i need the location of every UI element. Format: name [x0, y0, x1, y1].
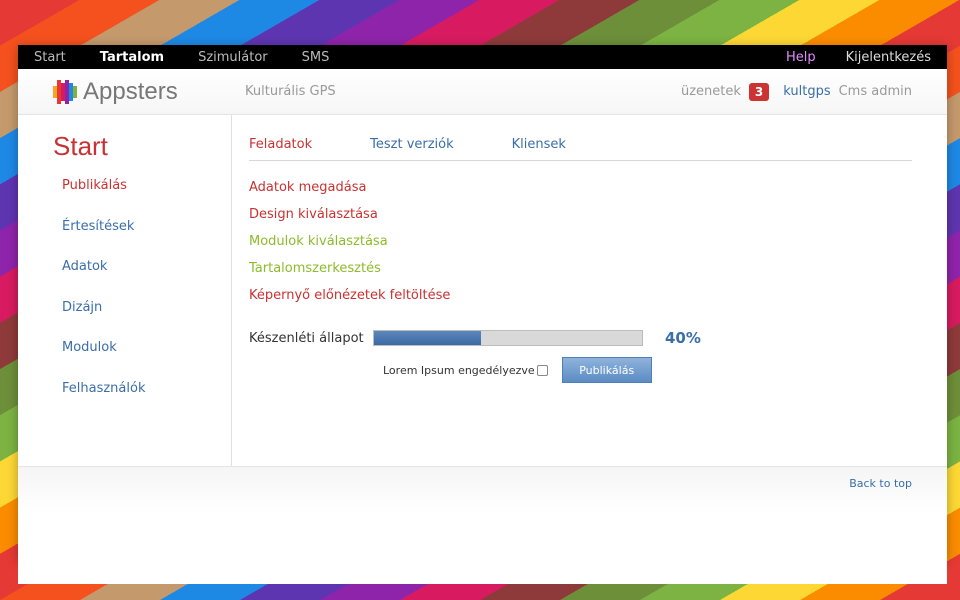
progress-label: Készenléti állapot	[249, 330, 364, 346]
step-link[interactable]: Képernyő előnézetek feltöltése	[249, 287, 912, 314]
step-link[interactable]: Design kiválasztása	[249, 206, 912, 233]
publish-row: Lorem Ipsum engedélyezve Publikálás	[249, 357, 912, 383]
progress-bar	[373, 330, 643, 346]
app-window: Start Tartalom Szimulátor SMS Help Kijelent…	[18, 45, 947, 584]
sidebar-item[interactable]: Felhasználók	[53, 379, 231, 420]
logout-link[interactable]: Kijelentkezés	[846, 50, 931, 65]
lorem-checkbox[interactable]	[536, 364, 548, 376]
messages-label[interactable]: üzenetek	[681, 84, 741, 99]
logo[interactable]: Appsters	[53, 78, 245, 106]
progress-row: Készenléti állapot 40%	[249, 329, 912, 347]
user-name-link[interactable]: kultgps	[783, 84, 830, 99]
step-link[interactable]: Tartalomszerkesztés	[249, 260, 912, 287]
app-header: Appsters Kulturális GPS üzenetek 3 kultg…	[18, 69, 947, 115]
logo-mark-icon	[53, 79, 77, 104]
top-nav: Start Tartalom Szimulátor SMS	[34, 50, 786, 65]
tab[interactable]: Feladatok	[249, 137, 312, 152]
publish-button[interactable]: Publikálás	[561, 357, 652, 383]
main-content: Feladatok Teszt verziók Kliensek Adatok me…	[232, 115, 947, 466]
lorem-checkbox-label: Lorem Ipsum engedélyezve	[383, 363, 535, 377]
step-link[interactable]: Adatok megadása	[249, 179, 912, 206]
tab[interactable]: Kliensek	[512, 137, 566, 152]
sidebar-item[interactable]: Modulok	[53, 338, 231, 379]
top-nav-item-tartalom[interactable]: Tartalom	[100, 50, 164, 65]
logo-text: Appsters	[83, 77, 178, 105]
sidebar: Start Publikálás Értesítések Adatok Dizájn M…	[18, 115, 232, 466]
sidebar-item[interactable]: Adatok	[53, 257, 231, 298]
sidebar-item[interactable]: Értesítések	[53, 217, 231, 258]
sidebar-item[interactable]: Dizájn	[53, 298, 231, 339]
tab[interactable]: Teszt verziók	[370, 137, 454, 152]
tab-bar: Feladatok Teszt verziók Kliensek	[249, 137, 912, 161]
progress-fill	[374, 331, 482, 345]
top-nav-item-szimulátor[interactable]: Szimulátor	[198, 50, 268, 65]
user-role: Cms admin	[838, 84, 912, 99]
top-nav-item-start[interactable]: Start	[34, 50, 66, 65]
step-list: Adatok megadása Design kiválasztása Modulo…	[249, 179, 912, 314]
top-nav-item-sms[interactable]: SMS	[302, 50, 330, 65]
top-nav-bar: Start Tartalom Szimulátor SMS Help Kijelent…	[18, 45, 947, 69]
page-title: Start	[53, 131, 108, 161]
back-to-top-link[interactable]: Back to top	[849, 477, 912, 490]
messages-count-badge[interactable]: 3	[748, 82, 770, 101]
help-link[interactable]: Help	[786, 50, 816, 65]
site-name: Kulturális GPS	[245, 84, 336, 99]
progress-percent: 40%	[665, 329, 701, 347]
footer: Back to top	[18, 467, 947, 584]
step-link[interactable]: Modulok kiválasztása	[249, 233, 912, 260]
sidebar-item[interactable]: Publikálás	[53, 176, 231, 217]
